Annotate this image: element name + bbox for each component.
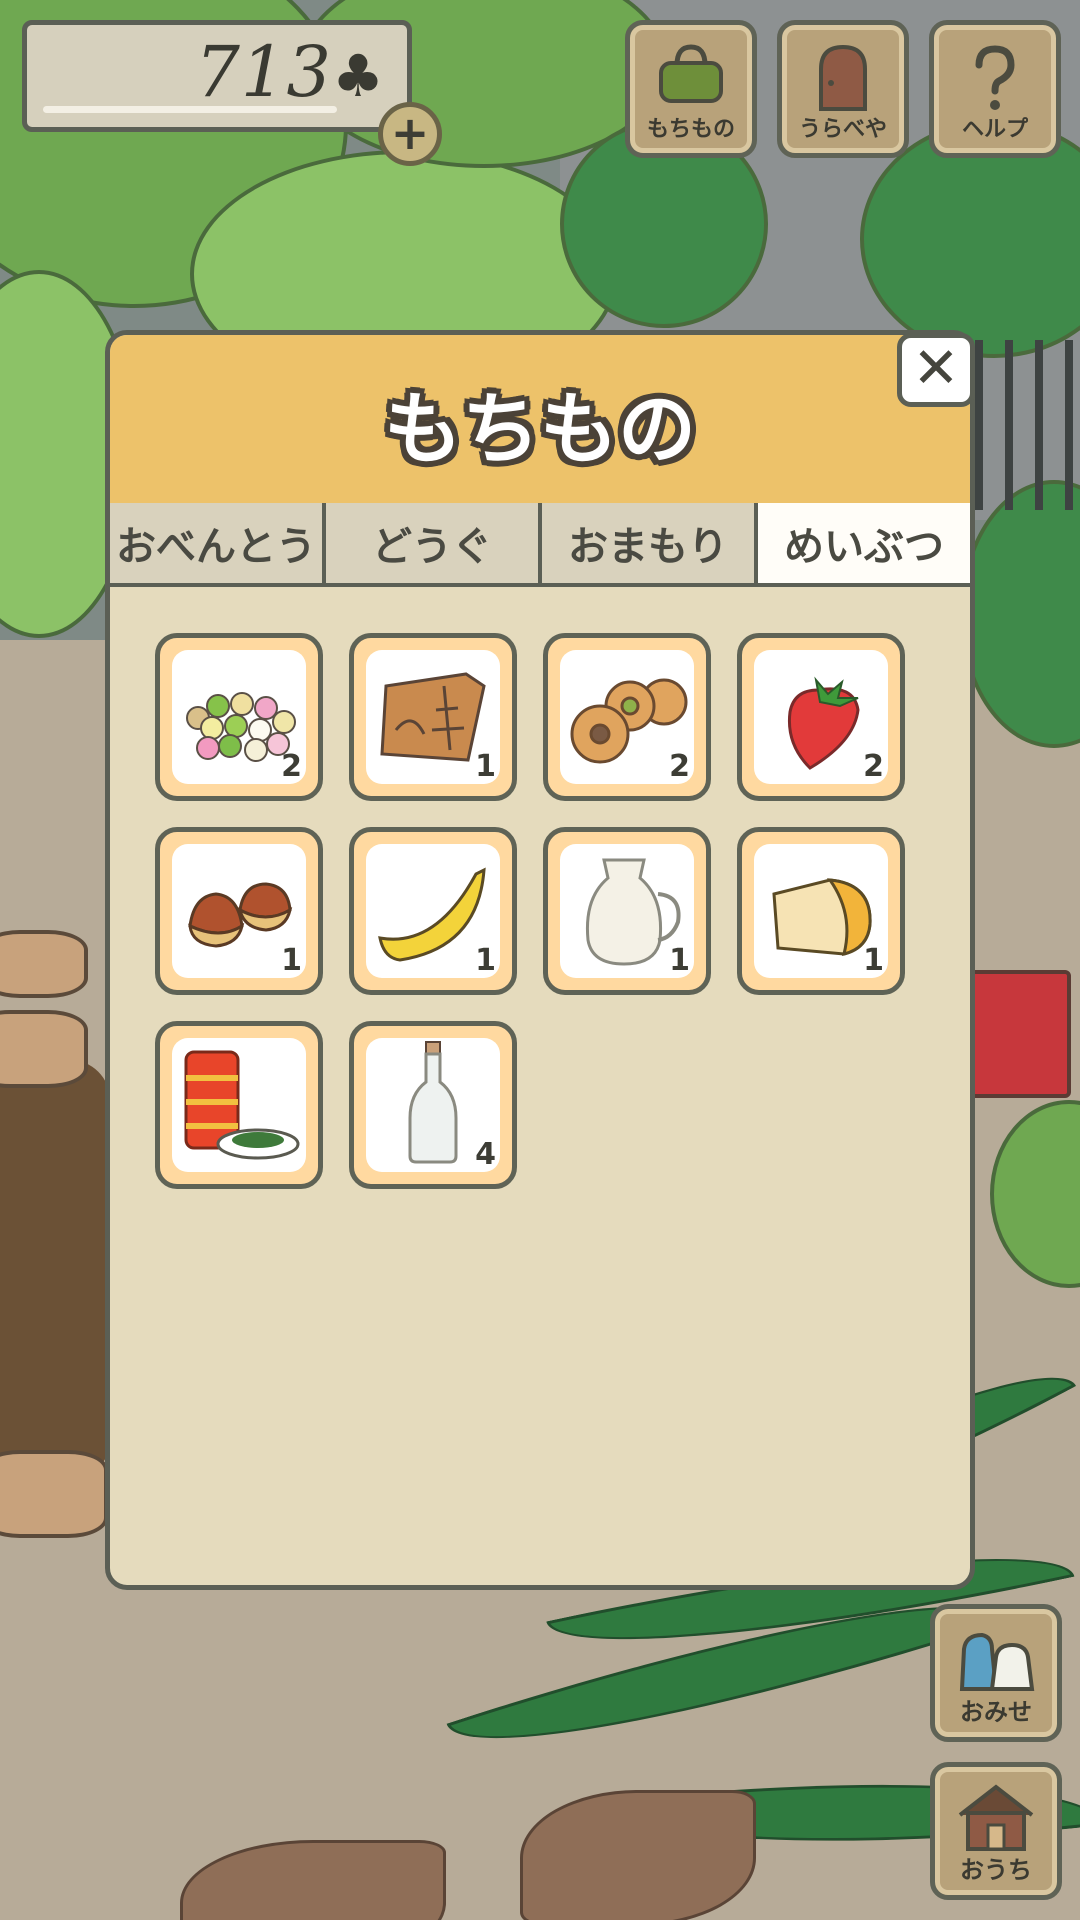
bag-icon xyxy=(655,43,727,109)
back-room-button[interactable]: うらべや xyxy=(777,20,909,158)
inventory-button[interactable]: もちもの xyxy=(625,20,757,158)
item-count: 1 xyxy=(475,943,496,978)
counter-underline xyxy=(43,106,337,113)
tab-specialties[interactable]: めいぶつ xyxy=(758,503,970,583)
category-tabs: おべんとう どうぐ おまもり めいぶつ xyxy=(110,503,970,587)
inventory-label: もちもの xyxy=(646,117,735,142)
tea-tin-icon xyxy=(184,1050,300,1160)
item-count: 2 xyxy=(669,749,690,784)
item-slot-bottle[interactable]: 4 xyxy=(349,1021,517,1189)
panel-title: もちもの xyxy=(383,385,696,475)
item-slot-milk[interactable]: 1 xyxy=(543,827,711,995)
item-count: 1 xyxy=(863,943,884,978)
item-slot-cheese[interactable]: 1 xyxy=(737,827,905,995)
log-stump xyxy=(0,1010,88,1088)
close-button[interactable]: ✕ xyxy=(897,333,975,407)
item-slot-map-wrapper[interactable]: 1 xyxy=(349,633,517,801)
help-label: ヘルプ xyxy=(961,117,1028,142)
inventory-panel: もちもの おべんとう どうぐ おまもり めいぶつ 2 1 2 2 1 1 1 1… xyxy=(105,330,975,1590)
item-slot-tea-tin[interactable] xyxy=(155,1021,323,1189)
item-slot-banana[interactable]: 1 xyxy=(349,827,517,995)
item-slot-buns[interactable]: 2 xyxy=(543,633,711,801)
house-icon xyxy=(954,1781,1038,1857)
home-button[interactable]: おうち xyxy=(930,1762,1062,1900)
shop-button[interactable]: おみせ xyxy=(930,1604,1062,1742)
add-clover-button[interactable]: + xyxy=(378,102,442,166)
fallen-leaf xyxy=(520,1790,756,1920)
log-stump xyxy=(0,930,88,998)
fence xyxy=(975,340,1080,510)
shop-bags-icon xyxy=(956,1623,1036,1699)
item-count: 4 xyxy=(475,1137,496,1172)
item-count: 1 xyxy=(475,749,496,784)
home-label: おうち xyxy=(960,1856,1032,1884)
clover-counter: 713♣ xyxy=(22,20,412,132)
item-count: 1 xyxy=(281,943,302,978)
shop-label: おみせ xyxy=(960,1698,1032,1726)
item-slot-strawberry[interactable]: 2 xyxy=(737,633,905,801)
clover-amount: 713♣ xyxy=(195,31,385,113)
help-button[interactable]: ヘルプ xyxy=(929,20,1061,158)
log-stump xyxy=(0,1450,108,1538)
panel-header: もちもの xyxy=(110,335,970,507)
tab-tools[interactable]: どうぐ xyxy=(326,503,542,583)
tab-charms[interactable]: おまもり xyxy=(542,503,758,583)
item-count: 2 xyxy=(281,749,302,784)
mailbox xyxy=(968,970,1071,1098)
item-count: 2 xyxy=(863,749,884,784)
tab-lunch[interactable]: おべんとう xyxy=(110,503,326,583)
question-icon xyxy=(965,43,1025,119)
door-icon xyxy=(813,43,873,115)
item-slot-chestnut[interactable]: 1 xyxy=(155,827,323,995)
dirt-patch xyxy=(0,1060,110,1480)
item-count: 1 xyxy=(669,943,690,978)
back-room-label: うらべや xyxy=(798,117,887,142)
item-slot-dango[interactable]: 2 xyxy=(155,633,323,801)
